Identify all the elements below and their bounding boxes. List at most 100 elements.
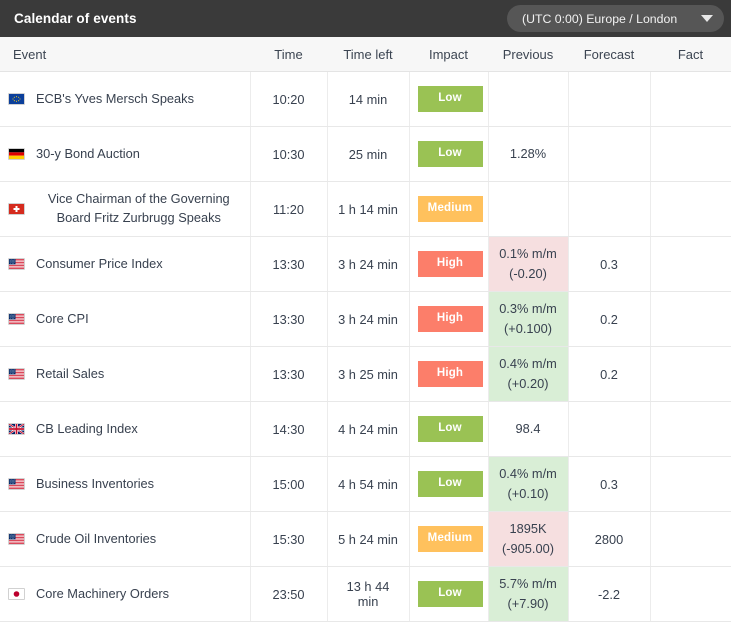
impact-badge: Low xyxy=(418,141,483,167)
previous-cell xyxy=(488,182,568,237)
impact-badge: Medium xyxy=(418,526,483,552)
column-header-impact[interactable]: Impact xyxy=(409,37,488,72)
column-header-fact[interactable]: Fact xyxy=(650,37,731,72)
previous-cell: 1.28% xyxy=(488,127,568,182)
table-row[interactable]: Vice Chairman of the Governing Board Fri… xyxy=(0,182,731,237)
table-row[interactable]: Retail Sales13:303 h 25 minHigh0.4% m/m(… xyxy=(0,347,731,402)
table-row[interactable]: Core Machinery Orders23:5013 h 44 minLow… xyxy=(0,567,731,622)
event-cell[interactable]: Consumer Price Index xyxy=(0,237,250,292)
impact-badge: Medium xyxy=(418,196,483,222)
previous-value: 0.4% m/m xyxy=(497,354,560,374)
previous-value: 98.4 xyxy=(497,419,560,439)
jp-flag-icon xyxy=(8,588,25,600)
column-header-event[interactable]: Event xyxy=(0,37,250,72)
us-flag-icon xyxy=(8,258,25,270)
time-left-cell: 3 h 25 min xyxy=(327,347,409,402)
impact-badge: High xyxy=(418,361,483,387)
previous-value: 1895K xyxy=(497,519,560,539)
fact-cell xyxy=(650,457,731,512)
table-row[interactable]: Crude Oil Inventories15:305 h 24 minMedi… xyxy=(0,512,731,567)
fact-cell xyxy=(650,402,731,457)
impact-badge: High xyxy=(418,251,483,277)
event-cell[interactable]: CB Leading Index xyxy=(0,402,250,457)
event-cell[interactable]: Vice Chairman of the Governing Board Fri… xyxy=(0,182,250,237)
column-header-forecast[interactable]: Forecast xyxy=(568,37,650,72)
time-cell: 11:20 xyxy=(250,182,327,237)
previous-cell: 0.3% m/m(+0.100) xyxy=(488,292,568,347)
event-name: CB Leading Index xyxy=(36,420,138,439)
forecast-cell xyxy=(568,402,650,457)
event-name: 30-y Bond Auction xyxy=(36,145,140,164)
event-cell[interactable]: Retail Sales xyxy=(0,347,250,402)
event-name: Core Machinery Orders xyxy=(36,585,169,604)
us-flag-icon xyxy=(8,368,25,380)
forecast-cell: 0.2 xyxy=(568,292,650,347)
chevron-down-icon xyxy=(701,15,713,22)
forecast-cell xyxy=(568,182,650,237)
forecast-cell xyxy=(568,127,650,182)
column-header-previous[interactable]: Previous xyxy=(488,37,568,72)
event-cell[interactable]: 30-y Bond Auction xyxy=(0,127,250,182)
event-cell[interactable]: Core CPI xyxy=(0,292,250,347)
previous-cell: 0.4% m/m(+0.20) xyxy=(488,347,568,402)
table-header-row: Event Time Time left Impact Previous For… xyxy=(0,37,731,72)
event-cell[interactable]: Core Machinery Orders xyxy=(0,567,250,622)
fact-cell xyxy=(650,567,731,622)
fact-cell xyxy=(650,182,731,237)
impact-cell: Medium xyxy=(409,182,488,237)
events-table: Event Time Time left Impact Previous For… xyxy=(0,37,731,622)
table-row[interactable]: Consumer Price Index13:303 h 24 minHigh0… xyxy=(0,237,731,292)
event-name: Retail Sales xyxy=(36,365,104,384)
us-flag-icon xyxy=(8,533,25,545)
table-row[interactable]: Core CPI 13:303 h 24 minHigh0.3% m/m(+0.1… xyxy=(0,292,731,347)
event-cell[interactable]: Crude Oil Inventories xyxy=(0,512,250,567)
previous-delta: (-0.20) xyxy=(497,264,560,284)
impact-cell: Low xyxy=(409,457,488,512)
column-header-time-left[interactable]: Time left xyxy=(327,37,409,72)
previous-cell: 0.4% m/m(+0.10) xyxy=(488,457,568,512)
event-name: Business Inventories xyxy=(36,475,154,494)
table-row[interactable]: Business Inventories15:004 h 54 minLow0.… xyxy=(0,457,731,512)
forecast-cell: 0.2 xyxy=(568,347,650,402)
table-row[interactable]: 30-y Bond Auction10:3025 minLow1.28% xyxy=(0,127,731,182)
impact-cell: High xyxy=(409,292,488,347)
us-flag-icon xyxy=(8,478,25,490)
forecast-cell: 0.3 xyxy=(568,457,650,512)
previous-value: 0.4% m/m xyxy=(497,464,560,484)
fact-cell xyxy=(650,237,731,292)
previous-delta: (+7.90) xyxy=(497,594,560,614)
event-name: Core CPI xyxy=(36,310,89,329)
time-cell: 23:50 xyxy=(250,567,327,622)
previous-cell xyxy=(488,72,568,127)
event-name: Vice Chairman of the Governing Board Fri… xyxy=(36,190,242,227)
uk-flag-icon xyxy=(8,423,25,435)
impact-badge: Low xyxy=(418,416,483,442)
time-cell: 15:30 xyxy=(250,512,327,567)
previous-value: 5.7% m/m xyxy=(497,574,560,594)
table-row[interactable]: CB Leading Index14:304 h 24 minLow98.4 xyxy=(0,402,731,457)
impact-badge: Low xyxy=(418,471,483,497)
forecast-cell xyxy=(568,72,650,127)
event-cell[interactable]: ECB's Yves Mersch Speaks xyxy=(0,72,250,127)
page-title: Calendar of events xyxy=(14,11,137,26)
window-titlebar: Calendar of events (UTC 0:00) Europe / L… xyxy=(0,0,731,37)
eu-flag-icon xyxy=(8,93,25,105)
impact-cell: Medium xyxy=(409,512,488,567)
impact-badge: Low xyxy=(418,86,483,112)
time-left-cell: 3 h 24 min xyxy=(327,292,409,347)
forecast-cell: -2.2 xyxy=(568,567,650,622)
events-table-body: ECB's Yves Mersch Speaks10:2014 minLow30… xyxy=(0,72,731,622)
fact-cell xyxy=(650,72,731,127)
time-cell: 13:30 xyxy=(250,292,327,347)
timezone-select-label: (UTC 0:00) Europe / London xyxy=(522,12,677,26)
previous-cell: 0.1% m/m(-0.20) xyxy=(488,237,568,292)
forecast-cell: 0.3 xyxy=(568,237,650,292)
ch-flag-icon xyxy=(8,203,25,215)
timezone-select[interactable]: (UTC 0:00) Europe / London xyxy=(507,5,724,32)
impact-cell: High xyxy=(409,347,488,402)
time-left-cell: 14 min xyxy=(327,72,409,127)
column-header-time[interactable]: Time xyxy=(250,37,327,72)
table-row[interactable]: ECB's Yves Mersch Speaks10:2014 minLow xyxy=(0,72,731,127)
event-cell[interactable]: Business Inventories xyxy=(0,457,250,512)
fact-cell xyxy=(650,127,731,182)
